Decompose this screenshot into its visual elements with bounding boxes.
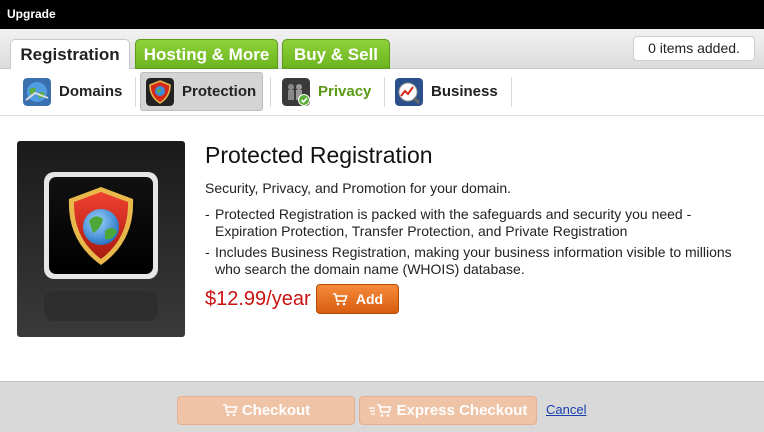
product-image [17, 141, 185, 337]
subnav-label-domains: Domains [59, 83, 123, 100]
product-subtitle: Security, Privacy, and Promotion for you… [205, 180, 512, 196]
list-item: - Includes Business Registration, making… [205, 244, 750, 277]
feature-list: - Protected Registration is packed with … [205, 206, 750, 282]
window-title: Upgrade [7, 7, 56, 21]
subnav-label-privacy: Privacy [318, 83, 372, 100]
add-to-cart-button[interactable]: Add [316, 284, 399, 314]
subnav-item-domains[interactable]: Domains [18, 72, 130, 111]
shield-icon [146, 77, 174, 106]
divider [511, 77, 512, 107]
cart-icon [222, 404, 238, 417]
subnav-label-protection: Protection [182, 83, 257, 100]
add-button-label: Add [355, 291, 384, 307]
cart-icon [332, 292, 348, 305]
title-bar: Upgrade [0, 0, 764, 29]
product-title: Protected Registration [205, 142, 433, 168]
divider [384, 77, 385, 107]
express-checkout-label: Express Checkout [396, 402, 528, 419]
express-checkout-button[interactable]: Express Checkout [359, 396, 537, 425]
list-item: - Protected Registration is packed with … [205, 206, 750, 239]
tab-registration[interactable]: Registration [10, 39, 130, 70]
checkout-label: Checkout [241, 402, 311, 419]
product-price: $12.99/year [205, 288, 311, 310]
cancel-link[interactable]: Cancel [546, 402, 586, 417]
divider [135, 77, 136, 107]
sub-navigation: Domains Protection Privacy Business [0, 69, 764, 116]
subnav-item-protection[interactable]: Protection [140, 72, 263, 111]
chart-icon [395, 77, 423, 106]
footer-bar: Checkout Express Checkout Cancel [0, 381, 764, 432]
privacy-icon [282, 77, 310, 106]
express-cart-icon [368, 403, 392, 417]
checkout-button[interactable]: Checkout [177, 396, 355, 425]
feature-text: Includes Business Registration, making y… [215, 244, 732, 277]
tab-buy-and-sell[interactable]: Buy & Sell [282, 39, 390, 69]
cart-status: 0 items added. [633, 36, 755, 61]
shield-icon [44, 172, 158, 321]
tab-bar: Registration Hosting & More Buy & Sell 0… [0, 29, 764, 70]
subnav-item-privacy[interactable]: Privacy [277, 72, 379, 111]
globe-icon [23, 77, 51, 106]
subnav-label-business: Business [431, 83, 498, 100]
feature-text: Protected Registration is packed with th… [215, 206, 692, 239]
divider [270, 77, 271, 107]
subnav-item-business[interactable]: Business [390, 72, 508, 111]
tab-hosting-and-more[interactable]: Hosting & More [135, 39, 278, 69]
